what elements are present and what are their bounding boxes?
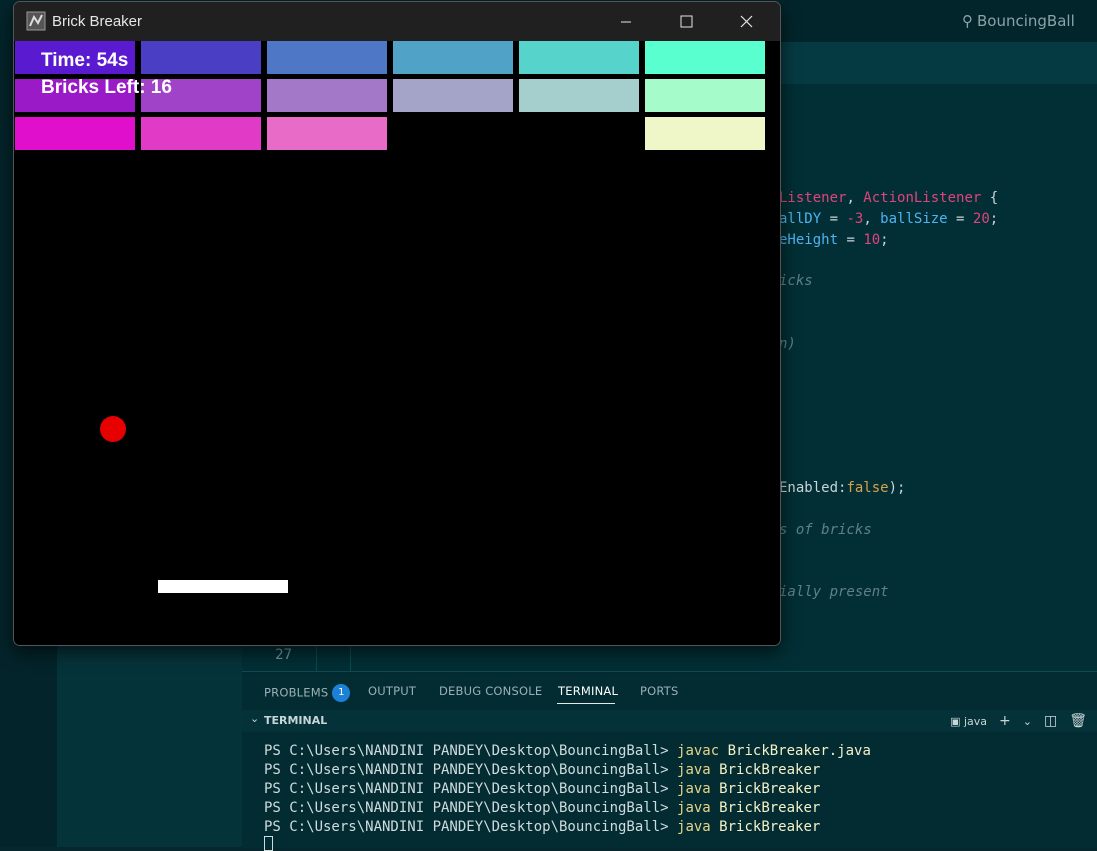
brick bbox=[267, 41, 387, 74]
paddle[interactable] bbox=[158, 580, 288, 593]
brick bbox=[519, 79, 639, 112]
brick bbox=[15, 117, 135, 150]
code-comment: n) bbox=[779, 336, 796, 352]
brick bbox=[393, 41, 513, 74]
brick bbox=[645, 79, 765, 112]
terminal-icon: ▣ bbox=[950, 714, 961, 728]
terminal-shell-selector[interactable]: ▣ java bbox=[950, 715, 987, 728]
code-comment: s of bricks bbox=[779, 522, 872, 538]
brick bbox=[141, 117, 261, 150]
code-line: eHeight = 10; bbox=[779, 232, 889, 248]
game-canvas[interactable]: Time: 54s Bricks Left: 16 bbox=[14, 41, 780, 645]
close-button[interactable] bbox=[716, 2, 776, 41]
tab-terminal[interactable]: TERMINAL bbox=[558, 684, 618, 698]
code-line: allDY = -3, ballSize = 20; bbox=[779, 211, 999, 227]
new-terminal-icon[interactable]: + bbox=[999, 713, 1011, 729]
search-icon: ⚲ bbox=[962, 12, 973, 30]
bottom-panel: PROBLEMS 1 OUTPUT DEBUG CONSOLE TERMINAL … bbox=[242, 671, 1097, 851]
bricks-left-counter: Bricks Left: 16 bbox=[41, 77, 172, 98]
search-text: BouncingBall bbox=[977, 12, 1075, 30]
code-line: Listener, ActionListener { bbox=[779, 190, 999, 206]
minimize-icon bbox=[621, 21, 631, 22]
line-number: 27 bbox=[275, 647, 292, 663]
terminal-line: PS C:\Users\NANDINI PANDEY\Desktop\Bounc… bbox=[264, 781, 821, 797]
window-titlebar[interactable]: Brick Breaker bbox=[14, 2, 780, 41]
java-app-icon bbox=[26, 11, 46, 31]
code-comment: icks bbox=[779, 273, 813, 289]
terminal-line: PS C:\Users\NANDINI PANDEY\Desktop\Bounc… bbox=[264, 743, 871, 759]
tab-ports[interactable]: PORTS bbox=[640, 684, 678, 698]
terminal-header-label: TERMINAL bbox=[264, 714, 328, 727]
tab-problems-label: PROBLEMS bbox=[264, 685, 329, 700]
terminal-line: PS C:\Users\NANDINI PANDEY\Desktop\Bounc… bbox=[264, 762, 821, 778]
window-title: Brick Breaker bbox=[52, 13, 143, 30]
chevron-down-icon[interactable]: ⌄ bbox=[1023, 715, 1032, 728]
brick bbox=[267, 79, 387, 112]
brick-breaker-window: Brick Breaker Time: 54s Bricks Left: 16 bbox=[13, 1, 781, 646]
game-hud: Time: 54s Bricks Left: 16 bbox=[41, 47, 172, 101]
brick bbox=[267, 117, 387, 150]
trash-icon[interactable]: 🗑 bbox=[1069, 713, 1087, 729]
maximize-icon bbox=[680, 15, 692, 28]
time-counter: Time: 54s bbox=[41, 50, 129, 71]
brick bbox=[393, 79, 513, 112]
terminal-line: PS C:\Users\NANDINI PANDEY\Desktop\Bounc… bbox=[264, 819, 821, 835]
active-tab-indicator bbox=[557, 703, 615, 704]
split-terminal-icon[interactable]: ◫ bbox=[1044, 713, 1057, 729]
problems-count-badge: 1 bbox=[332, 684, 351, 702]
terminal-output[interactable]: PS C:\Users\NANDINI PANDEY\Desktop\Bounc… bbox=[264, 742, 871, 837]
terminal-line: PS C:\Users\NANDINI PANDEY\Desktop\Bounc… bbox=[264, 800, 821, 816]
tab-problems[interactable]: PROBLEMS 1 bbox=[264, 684, 351, 702]
brick bbox=[645, 117, 765, 150]
tab-debug-console[interactable]: DEBUG CONSOLE bbox=[439, 684, 542, 698]
maximize-button[interactable] bbox=[656, 2, 716, 41]
close-icon bbox=[740, 15, 752, 28]
terminal-toolbar: ▣ java + ⌄ ◫ 🗑 bbox=[950, 710, 1087, 732]
chevron-down-icon: ⌄ bbox=[250, 712, 260, 725]
code-line: Enabled:false); bbox=[779, 480, 906, 496]
tab-output[interactable]: OUTPUT bbox=[368, 684, 416, 698]
brick bbox=[645, 41, 765, 74]
minimize-button[interactable] bbox=[596, 2, 656, 41]
brick bbox=[519, 41, 639, 74]
command-center-search[interactable]: ⚲ BouncingBall bbox=[962, 10, 1075, 32]
ball bbox=[100, 416, 126, 442]
terminal-cursor bbox=[264, 836, 273, 851]
code-comment: ially present bbox=[779, 584, 889, 600]
terminal-shell-name: java bbox=[963, 714, 988, 728]
